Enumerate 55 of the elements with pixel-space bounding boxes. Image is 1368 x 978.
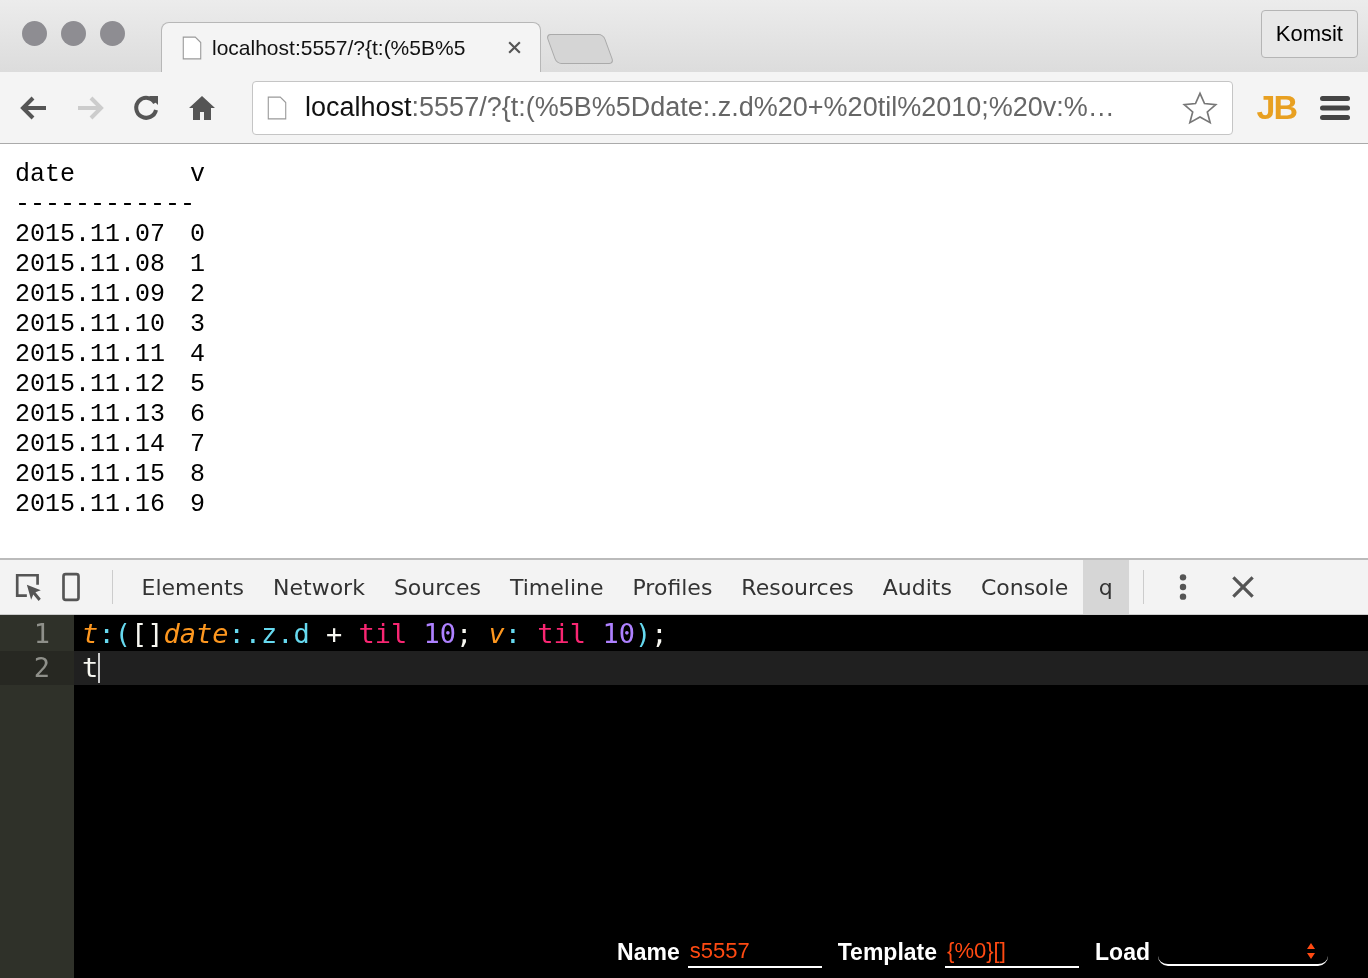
devtools-tab[interactable]: Console (966, 560, 1083, 614)
profile-button[interactable]: Komsit (1260, 10, 1358, 58)
devtools-tab[interactable]: Sources (379, 560, 496, 614)
inspect-icon[interactable] (14, 572, 44, 602)
devtools-tab[interactable]: Profiles (618, 560, 727, 614)
template-field[interactable]: {%0}[] (945, 936, 1080, 968)
table-cell: 2 (190, 280, 205, 310)
table-cell-text: 2015.11.14 (15, 430, 167, 460)
table-cell-text: 2015.11.08 (15, 250, 167, 280)
table-cell: 4 (190, 340, 205, 370)
devtools-tab[interactable]: Network (258, 560, 380, 614)
close-window-dot[interactable] (22, 20, 47, 46)
table-cell: 1 (190, 250, 205, 280)
more-icon[interactable] (1177, 572, 1188, 602)
line-number: 2 (0, 651, 75, 685)
load-label: Load (1095, 938, 1150, 966)
menu-icon[interactable] (1320, 94, 1350, 121)
url-text: localhost:5557/?{t:(%5B%5Ddate:.z.d%20+%20til%2010;%20v:%… (305, 92, 1116, 123)
table-cell-text: 2015.11.10 (15, 310, 167, 340)
table-cell-text: 2015.11.09 (15, 280, 167, 310)
devtools-tab[interactable]: Audits (868, 560, 967, 614)
browser-tab[interactable]: localhost:5557/?{t:(%5B%5 (161, 22, 541, 72)
name-label: Name (617, 938, 680, 966)
devtools-tab[interactable]: Elements (127, 560, 259, 614)
devtools-tab[interactable]: Resources (726, 560, 869, 614)
address-bar[interactable]: localhost:5557/?{t:(%5B%5Ddate:.z.d%20+%20til%2010;%20v:%… (252, 80, 1233, 135)
separator-text: ------------ (15, 190, 196, 220)
table-cell-text: 2015.11.12 (15, 370, 167, 400)
table-cell-text: 2015.11.07 (15, 220, 167, 250)
template-label: Template (837, 938, 938, 966)
line-number: 1 (32, 617, 52, 651)
name-field[interactable]: s5557 (687, 936, 822, 968)
table-cell: 8 (190, 460, 205, 490)
table-cell: 7 (190, 430, 205, 460)
close-icon[interactable] (507, 40, 522, 55)
table-cell-text: 2015.11.15 (15, 460, 167, 490)
table-cell: 3 (190, 310, 205, 340)
table-cell-text: 2015.11.11 (15, 340, 167, 370)
updown-icon (1306, 942, 1316, 960)
table-cell: 0 (190, 220, 205, 250)
devtools-tab[interactable]: q (1082, 560, 1129, 614)
table-cell: 9 (190, 490, 205, 520)
page-icon (267, 95, 287, 120)
table-cell: 6 (190, 400, 205, 430)
code-line[interactable]: t:([]date:.z.d + til 10; v: til 10); (74, 617, 1368, 651)
table-cell-text: 2015.11.16 (15, 490, 167, 520)
minimize-window-dot[interactable] (61, 20, 86, 46)
zoom-window-dot[interactable] (100, 20, 125, 46)
table-cell-text: 2015.11.13 (15, 400, 167, 430)
page-icon (182, 35, 202, 60)
column-header: date (15, 160, 76, 190)
star-icon[interactable] (1181, 89, 1218, 126)
column-header: v (190, 160, 205, 190)
devtools-tab[interactable]: Timeline (495, 560, 618, 614)
table-cell: 5 (190, 370, 205, 400)
